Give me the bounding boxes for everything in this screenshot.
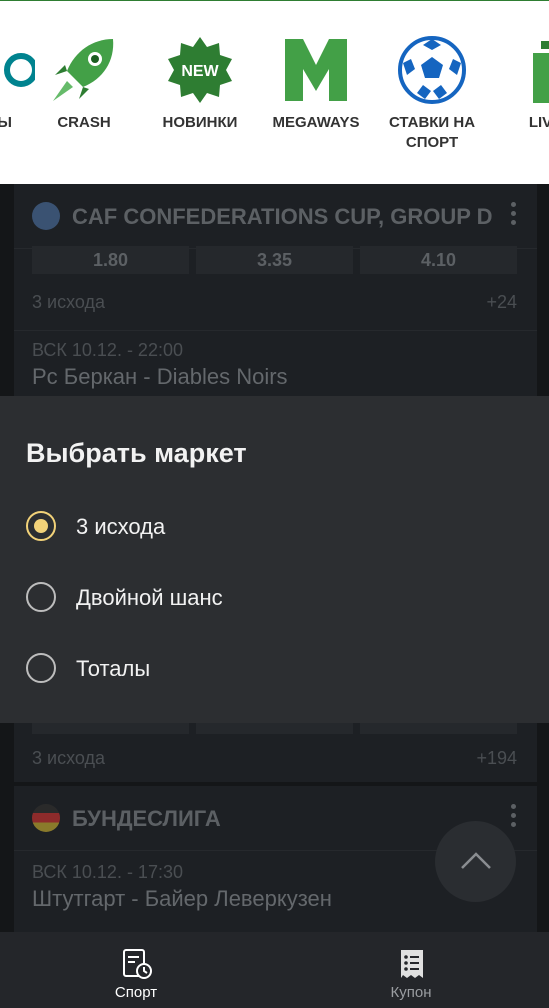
radio-selected-icon[interactable] xyxy=(26,511,56,541)
nav-label: Купон xyxy=(390,984,432,1001)
odds-row: 1.80 3.35 4.10 xyxy=(32,246,518,274)
market-line: 3 исхода +194 xyxy=(32,748,517,769)
match-time: ВСК 10.12. - 17:30 xyxy=(32,862,183,882)
odd-button-1[interactable]: 1.80 xyxy=(32,246,189,274)
globe-icon xyxy=(32,202,60,230)
new-badge-text: NEW xyxy=(181,63,219,80)
more-options-icon[interactable] xyxy=(511,804,517,832)
radio-unselected-icon[interactable] xyxy=(26,582,56,612)
market-name: 3 исхода xyxy=(32,748,105,768)
match-teams[interactable]: Штутгарт - Байер Леверкузен xyxy=(32,886,332,912)
league-header[interactable]: CAF CONFEDERATIONS CUP, GROUP D xyxy=(14,184,537,248)
bottom-nav: Спорт Купон xyxy=(0,932,549,1008)
market-option-double-chance[interactable]: Двойной шанс xyxy=(26,577,526,617)
category-label: СТАВКИ НА СПОРТ xyxy=(388,114,476,151)
more-options-icon[interactable] xyxy=(511,202,517,230)
match-time: ВСК 10.12. - 22:00 xyxy=(32,340,183,360)
option-label: 3 исхода xyxy=(76,514,166,539)
soccer-ball-icon xyxy=(397,35,467,105)
nav-item-sport[interactable]: Спорт xyxy=(66,932,206,1008)
nav-item-coupon[interactable]: Купон xyxy=(341,932,481,1008)
live-play-icon xyxy=(513,35,549,105)
category-item-sport[interactable]: СТАВКИ НА СПОРТ xyxy=(377,35,487,153)
option-label: Двойной шанс xyxy=(76,585,223,610)
rocket-icon xyxy=(49,35,119,105)
league-card: 3 исхода +194 xyxy=(14,720,537,782)
category-item-new[interactable]: NEW НОВИНКИ xyxy=(145,35,255,133)
market-option-totals[interactable]: Тоталы xyxy=(26,648,526,688)
market-option-3-outcomes[interactable]: 3 исхода xyxy=(26,506,526,546)
category-label: LIVE- xyxy=(528,114,549,131)
league-title: БУНДЕСЛИГА xyxy=(72,806,221,831)
match-teams[interactable]: Рс Беркан - Diables Noirs xyxy=(32,364,288,390)
category-label: НОВИНКИ xyxy=(162,114,238,131)
odd-button-x[interactable]: 3.35 xyxy=(196,246,353,274)
more-markets-count[interactable]: +194 xyxy=(476,748,517,769)
league-title: CAF CONFEDERATIONS CUP, GROUP D xyxy=(72,204,493,229)
market-line: 3 исхода +24 xyxy=(32,292,517,313)
market-picker-dialog: Выбрать маркет 3 исхода Двойной шанс Тот… xyxy=(0,396,549,723)
scroll-to-top-button[interactable] xyxy=(435,821,516,902)
new-badge-icon: NEW xyxy=(165,35,235,105)
odd-button-2[interactable]: 4.10 xyxy=(360,246,517,274)
category-strip: ТЫ CRASH NEW НОВИНКИ xyxy=(0,0,549,184)
chevron-up-icon xyxy=(461,852,491,869)
category-label: CRASH xyxy=(57,114,111,131)
category-label: MEGAWAYS xyxy=(272,114,360,131)
category-item-crash[interactable]: CRASH xyxy=(29,35,139,133)
league-card: CAF CONFEDERATIONS CUP, GROUP D 1.80 3.3… xyxy=(14,184,537,396)
megaways-m-icon xyxy=(281,35,351,105)
more-markets-count[interactable]: +24 xyxy=(486,292,517,313)
coupon-list-icon xyxy=(396,948,428,980)
category-item-live[interactable]: LIVE- xyxy=(493,35,549,133)
option-label: Тоталы xyxy=(76,656,151,681)
sport-clock-list-icon xyxy=(121,948,153,980)
market-name: 3 исхода xyxy=(32,292,105,312)
radio-unselected-icon[interactable] xyxy=(26,653,56,683)
germany-flag-icon xyxy=(32,804,60,832)
category-item-megaways[interactable]: MEGAWAYS xyxy=(261,35,371,133)
dialog-title: Выбрать маркет xyxy=(26,438,247,468)
nav-label: Спорт xyxy=(114,984,158,1001)
divider xyxy=(14,330,537,331)
